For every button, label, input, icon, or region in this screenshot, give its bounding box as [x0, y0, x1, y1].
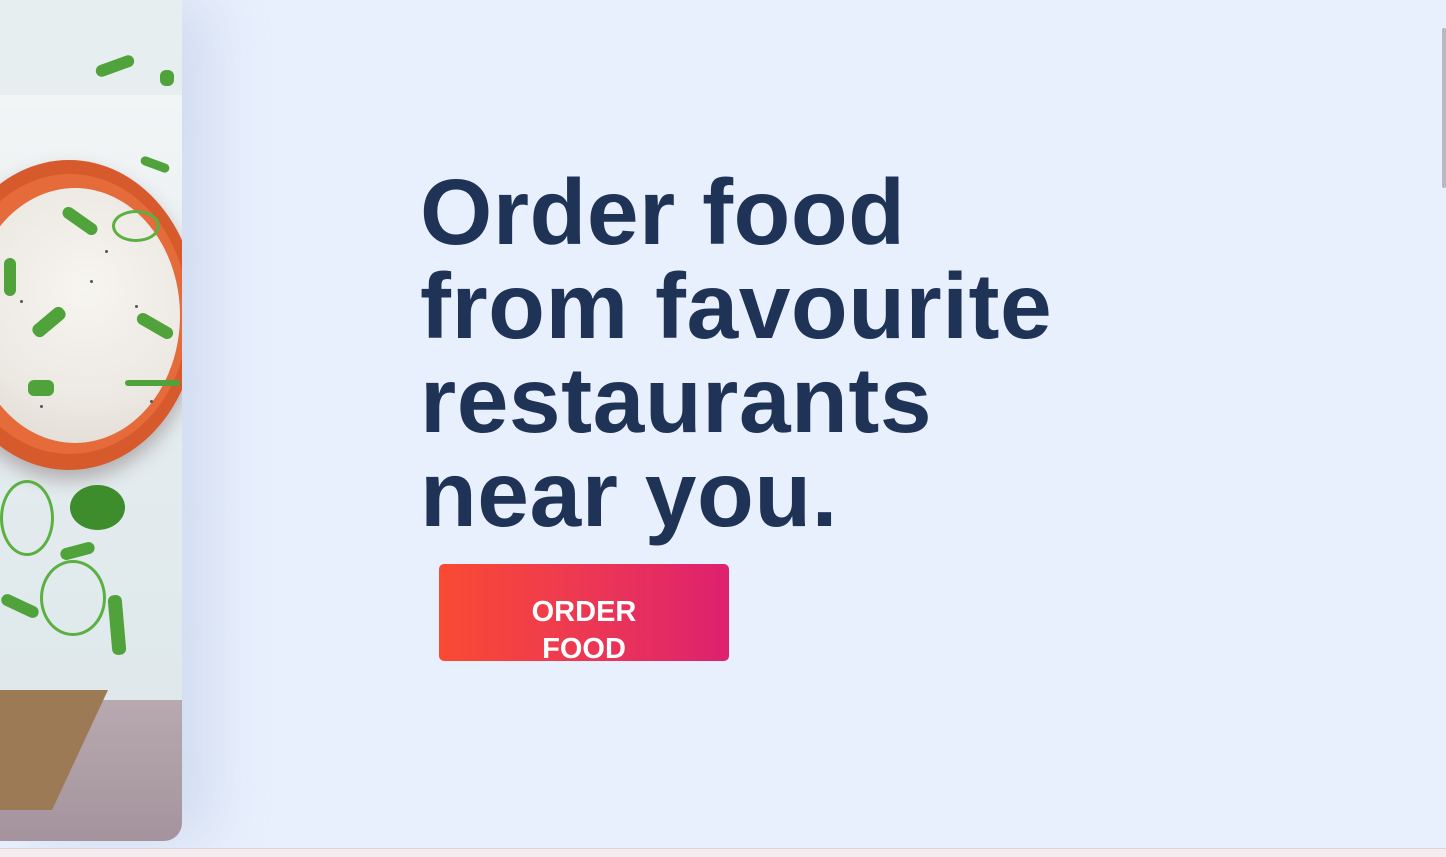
pepper-speck	[105, 250, 108, 253]
headline-line: near you.	[420, 442, 838, 546]
green-onion	[112, 210, 160, 242]
hero-headline: Order food from favourite restaurants ne…	[420, 165, 1120, 541]
headline-line: from favourite	[420, 254, 1053, 358]
scrollbar-thumb[interactable]	[1442, 28, 1446, 188]
order-food-button[interactable]: ORDER FOOD	[439, 564, 729, 661]
pepper-speck	[135, 305, 138, 308]
headline-line: Order food	[420, 160, 906, 264]
green-onion	[94, 53, 136, 79]
hero-food-image	[0, 0, 182, 841]
green-onion	[40, 560, 106, 636]
headline-line: restaurants	[420, 348, 933, 452]
green-onion	[28, 380, 54, 396]
button-label-line: FOOD	[542, 633, 626, 661]
button-label-line: ORDER	[531, 596, 637, 628]
pepper-speck	[20, 300, 23, 303]
green-onion	[0, 480, 54, 556]
pepper-speck	[150, 400, 153, 403]
bottom-edge	[0, 848, 1446, 857]
pepper-speck	[40, 405, 43, 408]
green-onion	[125, 380, 180, 386]
green-onion	[4, 258, 16, 296]
green-onion	[160, 70, 174, 86]
green-onion	[70, 485, 125, 530]
pepper-speck	[90, 280, 93, 283]
